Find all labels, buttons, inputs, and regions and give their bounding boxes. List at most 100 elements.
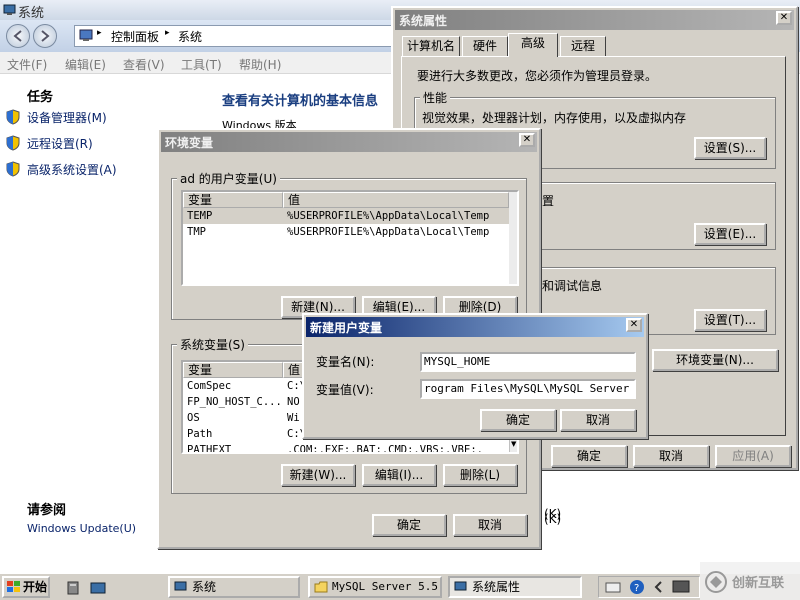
menu-file[interactable]: 文件(F) (7, 56, 47, 73)
taskbar-label: MySQL Server 5.5 (332, 580, 438, 593)
profile-settings-button[interactable]: 设置(E)... (694, 223, 766, 245)
notification-area: ? (598, 576, 700, 598)
performance-desc: 视觉效果，处理器计划，内存使用，以及虚拟内存 (422, 111, 687, 125)
task-remote-settings[interactable]: 远程设置(R) (27, 135, 93, 152)
main-heading: 查看有关计算机的基本信息 (222, 94, 379, 109)
taskbar-item-system[interactable]: 系统 (168, 576, 300, 598)
col-value[interactable]: 值 (283, 192, 509, 208)
col-variable[interactable]: 变量 (183, 192, 283, 208)
var-name: ComSpec (187, 380, 232, 392)
tab-advanced[interactable]: 高级 (508, 33, 558, 57)
chevron-left-icon[interactable] (651, 580, 667, 594)
sysprops-apply-button[interactable]: 应用(A) (715, 445, 791, 467)
newvar-title: 新建用户变量 (310, 321, 383, 335)
user-list-scrollbar[interactable] (509, 192, 517, 284)
task-device-manager[interactable]: 设备管理器(M) (27, 109, 107, 126)
var-name: TMP (187, 226, 206, 238)
breadcrumb-control-panel[interactable]: 控制面板 (111, 28, 159, 45)
tasks-heading: 任务 (27, 90, 54, 105)
var-name: PATHEXT (187, 444, 232, 454)
performance-title: 性能 (420, 89, 451, 106)
taskbar-item-system-properties[interactable]: 系统属性 (448, 576, 582, 598)
tab-remote[interactable]: 远程 (560, 36, 606, 56)
show-desktop-icon[interactable] (90, 580, 106, 596)
forward-button[interactable] (33, 24, 57, 48)
var-value: Wi (287, 412, 300, 424)
table-row[interactable]: TMP %USERPROFILE%\AppData\Local\Temp (183, 224, 509, 240)
menu-view[interactable]: 查看(V) (123, 56, 165, 73)
newvar-ok-button[interactable]: 确定 (480, 409, 556, 431)
variable-name-label: 变量名(N): (316, 355, 375, 369)
watermark: 创新互联 (700, 562, 800, 600)
system-icon (174, 581, 187, 591)
envvars-title: 环境变量 (165, 136, 214, 150)
envvars-titlebar: 环境变量 ✕ (161, 132, 537, 152)
envvars-ok-button[interactable]: 确定 (372, 514, 446, 536)
environment-variables-button[interactable]: 环境变量(N)... (652, 349, 778, 371)
var-name: FP_NO_HOST_C... (187, 396, 282, 408)
col-variable[interactable]: 变量 (183, 362, 283, 378)
shield-icon (6, 109, 20, 125)
table-row[interactable]: PATHEXT .COM;.EXE;.BAT;.CMD;.VBS;.VBE;. (183, 442, 509, 454)
var-name: Path (187, 428, 213, 440)
server-manager-icon[interactable] (66, 580, 82, 596)
shield-icon (6, 161, 20, 177)
menu-help[interactable]: 帮助(H) (239, 56, 281, 73)
menu-tools[interactable]: 工具(T) (181, 56, 222, 73)
sysprops-titlebar: 系统属性 ✕ (395, 10, 794, 30)
performance-settings-button[interactable]: 设置(S)... (694, 137, 766, 159)
sysprops-k-fragment: (K) (544, 507, 562, 521)
tab-hardware[interactable]: 硬件 (462, 36, 508, 56)
windows-logo-icon (7, 581, 20, 592)
admin-note: 要进行大多数更改，您必须作为管理员登录。 (417, 69, 658, 83)
startup-settings-button[interactable]: 设置(T)... (694, 309, 766, 331)
system-delete-button[interactable]: 删除(L) (443, 464, 517, 486)
user-variables-title: ad 的用户变量(U) (177, 170, 280, 187)
watermark-text: 创新互联 (732, 576, 785, 591)
var-value: %USERPROFILE%\AppData\Local\Temp (287, 210, 490, 222)
envvars-cancel-button[interactable]: 取消 (453, 514, 527, 536)
table-row[interactable]: TEMP %USERPROFILE%\AppData\Local\Temp (183, 208, 509, 224)
var-value: NO (287, 396, 300, 408)
shield-icon (6, 135, 20, 151)
close-icon[interactable]: ✕ (776, 11, 792, 25)
back-button[interactable] (6, 24, 30, 48)
system-icon (3, 4, 16, 15)
var-name: TEMP (187, 210, 213, 222)
system-icon (454, 581, 467, 591)
var-name: OS (187, 412, 200, 424)
new-user-variable-dialog: 新建用户变量 ✕ 变量名(N): MYSQL_HOME 变量值(V): rogr… (302, 313, 648, 439)
windows-update-link[interactable]: Windows Update(U) (27, 522, 136, 535)
taskbar: 开始 系统 MySQL Server 5.5 系统属性 ? 创新互联 (0, 562, 800, 600)
brand-logo-icon (705, 571, 727, 593)
user-variables-list[interactable]: 变量 值 TEMP %USERPROFILE%\AppData\Local\Te… (181, 190, 519, 286)
system-edit-button[interactable]: 编辑(I)... (362, 464, 436, 486)
chevron-down-icon[interactable]: ▼ (511, 440, 516, 448)
close-icon[interactable]: ✕ (626, 318, 642, 332)
variable-value-label: 变量值(V): (316, 383, 374, 397)
help-icon[interactable]: ? (629, 579, 645, 595)
sysprops-cancel-button[interactable]: 取消 (633, 445, 709, 467)
address-bar[interactable]: ▸ 控制面板 ▸ 系统 (74, 25, 394, 47)
breadcrumb-system[interactable]: 系统 (178, 28, 202, 45)
close-icon[interactable]: ✕ (519, 133, 535, 147)
variable-name-field[interactable]: MYSQL_HOME (420, 352, 636, 372)
taskbar-item-mysql-folder[interactable]: MySQL Server 5.5 (308, 576, 442, 598)
start-label: 开始 (23, 580, 48, 594)
control-panel-icon (79, 29, 93, 41)
sysprops-title: 系统属性 (399, 14, 448, 28)
sysprops-ok-button[interactable]: 确定 (551, 445, 627, 467)
network-icon[interactable] (671, 579, 691, 595)
start-button[interactable]: 开始 (2, 576, 50, 598)
see-also-heading: 请参阅 (27, 503, 67, 518)
task-advanced-settings[interactable]: 高级系统设置(A) (27, 161, 117, 178)
system-new-button[interactable]: 新建(W)... (281, 464, 355, 486)
user-profiles-text: 置 (542, 194, 555, 208)
newvar-cancel-button[interactable]: 取消 (560, 409, 636, 431)
keyboard-icon[interactable] (605, 580, 621, 594)
taskbar-label: 系统 (192, 580, 217, 594)
tab-computer-name[interactable]: 计算机名 (402, 36, 460, 56)
menu-edit[interactable]: 编辑(E) (65, 56, 106, 73)
variable-value-field[interactable]: rogram Files\MySQL\MySQL Server 5.5 (420, 379, 636, 399)
folder-icon (314, 581, 328, 593)
